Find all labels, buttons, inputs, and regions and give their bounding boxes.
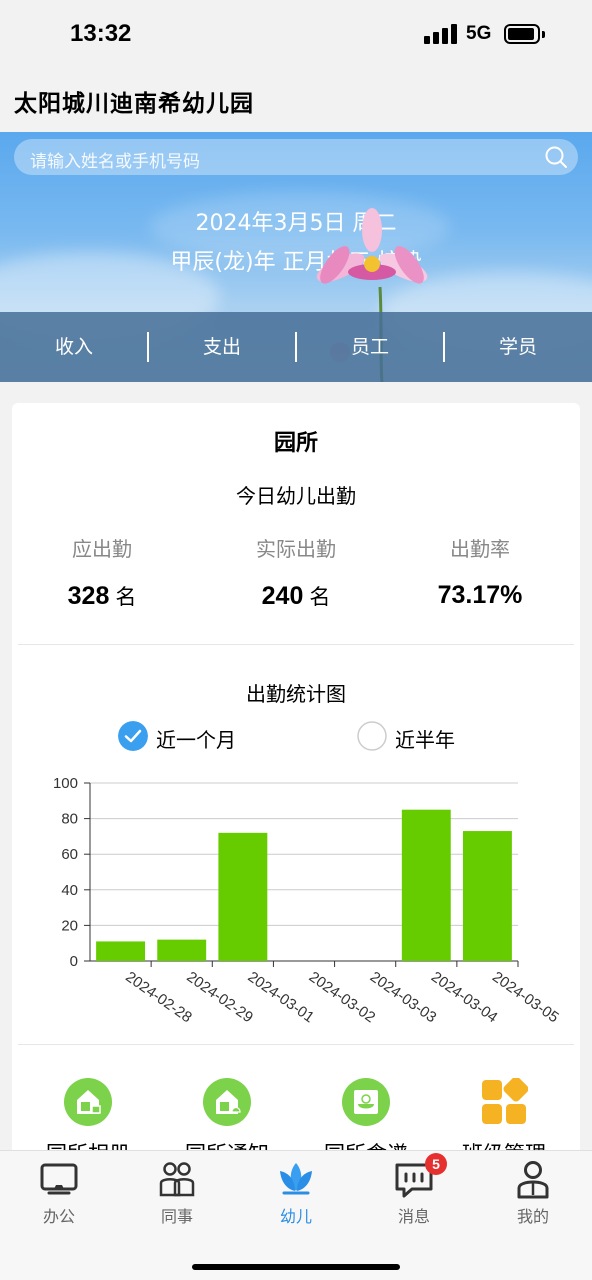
- nav-income[interactable]: 收入: [0, 312, 148, 382]
- lunar-date-text: 甲辰(龙)年 正月廿五 惊蛰: [170, 250, 422, 275]
- stat-actual-label: 实际出勤: [256, 537, 336, 561]
- range-option-half-year-label: 近半年: [395, 728, 455, 752]
- bottom-tab-bar: 办公 同事 幼儿 5 消息 我的: [0, 1150, 592, 1280]
- colleagues-icon: [159, 1162, 195, 1197]
- stat-rate-value: 73.17%: [437, 581, 523, 609]
- nav-staff[interactable]: 员工: [296, 312, 444, 382]
- search-input[interactable]: 请输入姓名或手机号码: [14, 139, 578, 175]
- chart-bar: [96, 941, 146, 961]
- page-title: 太阳城川迪南希幼儿园: [14, 91, 254, 117]
- y-tick-label: 80: [61, 811, 78, 828]
- recipe-icon: [342, 1078, 390, 1126]
- y-tick-label: 40: [61, 882, 78, 899]
- quick-nav-bar: 收入 支出 员工 学员: [0, 312, 592, 382]
- banner: 请输入姓名或手机号码 2024年3月5日 周二 甲辰(龙)年 正月廿五 惊蛰 收…: [0, 132, 592, 382]
- attendance-title: 今日幼儿出勤: [236, 484, 356, 508]
- stat-expected-label: 应出勤: [72, 537, 132, 561]
- stat-rate-label: 出勤率: [450, 537, 510, 561]
- album-icon: [64, 1078, 112, 1126]
- tab-children[interactable]: 幼儿: [237, 1159, 355, 1229]
- status-time: 13:32: [70, 20, 132, 47]
- x-tick-label: 2024-03-03: [367, 968, 440, 1026]
- date-text: 2024年3月5日 周二: [195, 211, 397, 236]
- chart-title: 出勤统计图: [246, 682, 346, 706]
- tab-office[interactable]: 办公: [0, 1159, 118, 1229]
- search-placeholder: 请输入姓名或手机号码: [30, 152, 200, 172]
- stat-unit: 名: [309, 585, 331, 609]
- tab-me[interactable]: 我的: [474, 1159, 592, 1229]
- card-title: 园所: [273, 431, 318, 456]
- chart-bar: [157, 939, 207, 961]
- tab-children-label: 幼儿: [279, 1207, 312, 1226]
- home-indicator: [192, 1264, 400, 1270]
- app-header: 太阳城川迪南希幼儿园: [0, 68, 592, 132]
- nav-students[interactable]: 学员: [444, 312, 592, 382]
- y-tick-label: 0: [70, 953, 78, 970]
- x-tick-label: 2024-02-29: [183, 968, 256, 1026]
- tab-messages-label: 消息: [397, 1207, 430, 1226]
- tab-me-label: 我的: [516, 1207, 549, 1226]
- tab-colleagues[interactable]: 同事: [118, 1159, 236, 1229]
- signal-icon: [424, 24, 458, 44]
- x-tick-label: 2024-03-01: [245, 968, 318, 1026]
- profile-icon: [517, 1161, 549, 1199]
- stat-unit: 名: [115, 585, 137, 609]
- y-tick-label: 20: [61, 917, 78, 934]
- chart-bar: [218, 832, 268, 961]
- kindergarten-card: 园所 今日幼儿出勤 应出勤 实际出勤 出勤率 328 名 240 名 73.17% …: [12, 403, 580, 1166]
- divider: [18, 1044, 574, 1045]
- tab-office-label: 办公: [42, 1207, 75, 1226]
- attendance-bar-chart: 0204060801002024-02-282024-02-292024-03-…: [53, 775, 562, 1026]
- message-badge: 5: [425, 1153, 447, 1175]
- chart-bar: [401, 809, 451, 961]
- tab-messages[interactable]: 5 消息: [355, 1153, 473, 1229]
- range-option-month-label: 近一个月: [156, 728, 236, 752]
- nav-expense[interactable]: 支出: [148, 312, 296, 382]
- chart-bar: [462, 831, 512, 961]
- check-circle-icon: [118, 721, 148, 751]
- search-icon[interactable]: [544, 145, 568, 169]
- tab-colleagues-label: 同事: [160, 1207, 193, 1226]
- divider: [18, 644, 574, 645]
- y-tick-label: 60: [61, 846, 78, 863]
- x-tick-label: 2024-03-02: [306, 968, 379, 1026]
- status-bar: 13:32 5G: [0, 0, 592, 68]
- radio-empty-icon: [357, 721, 387, 751]
- desktop-icon: [40, 1163, 78, 1195]
- grid-apps-icon: [482, 1078, 528, 1124]
- x-tick-label: 2024-02-28: [122, 968, 195, 1026]
- battery-icon: [504, 24, 545, 44]
- stat-expected-value: 328 名: [67, 582, 137, 610]
- x-tick-label: 2024-03-05: [489, 968, 562, 1026]
- network-label: 5G: [466, 23, 492, 44]
- notice-icon: [203, 1078, 251, 1126]
- lotus-icon: [280, 1163, 312, 1195]
- y-tick-label: 100: [53, 775, 78, 792]
- stat-actual-value: 240 名: [261, 582, 331, 610]
- x-tick-label: 2024-03-04: [428, 968, 501, 1026]
